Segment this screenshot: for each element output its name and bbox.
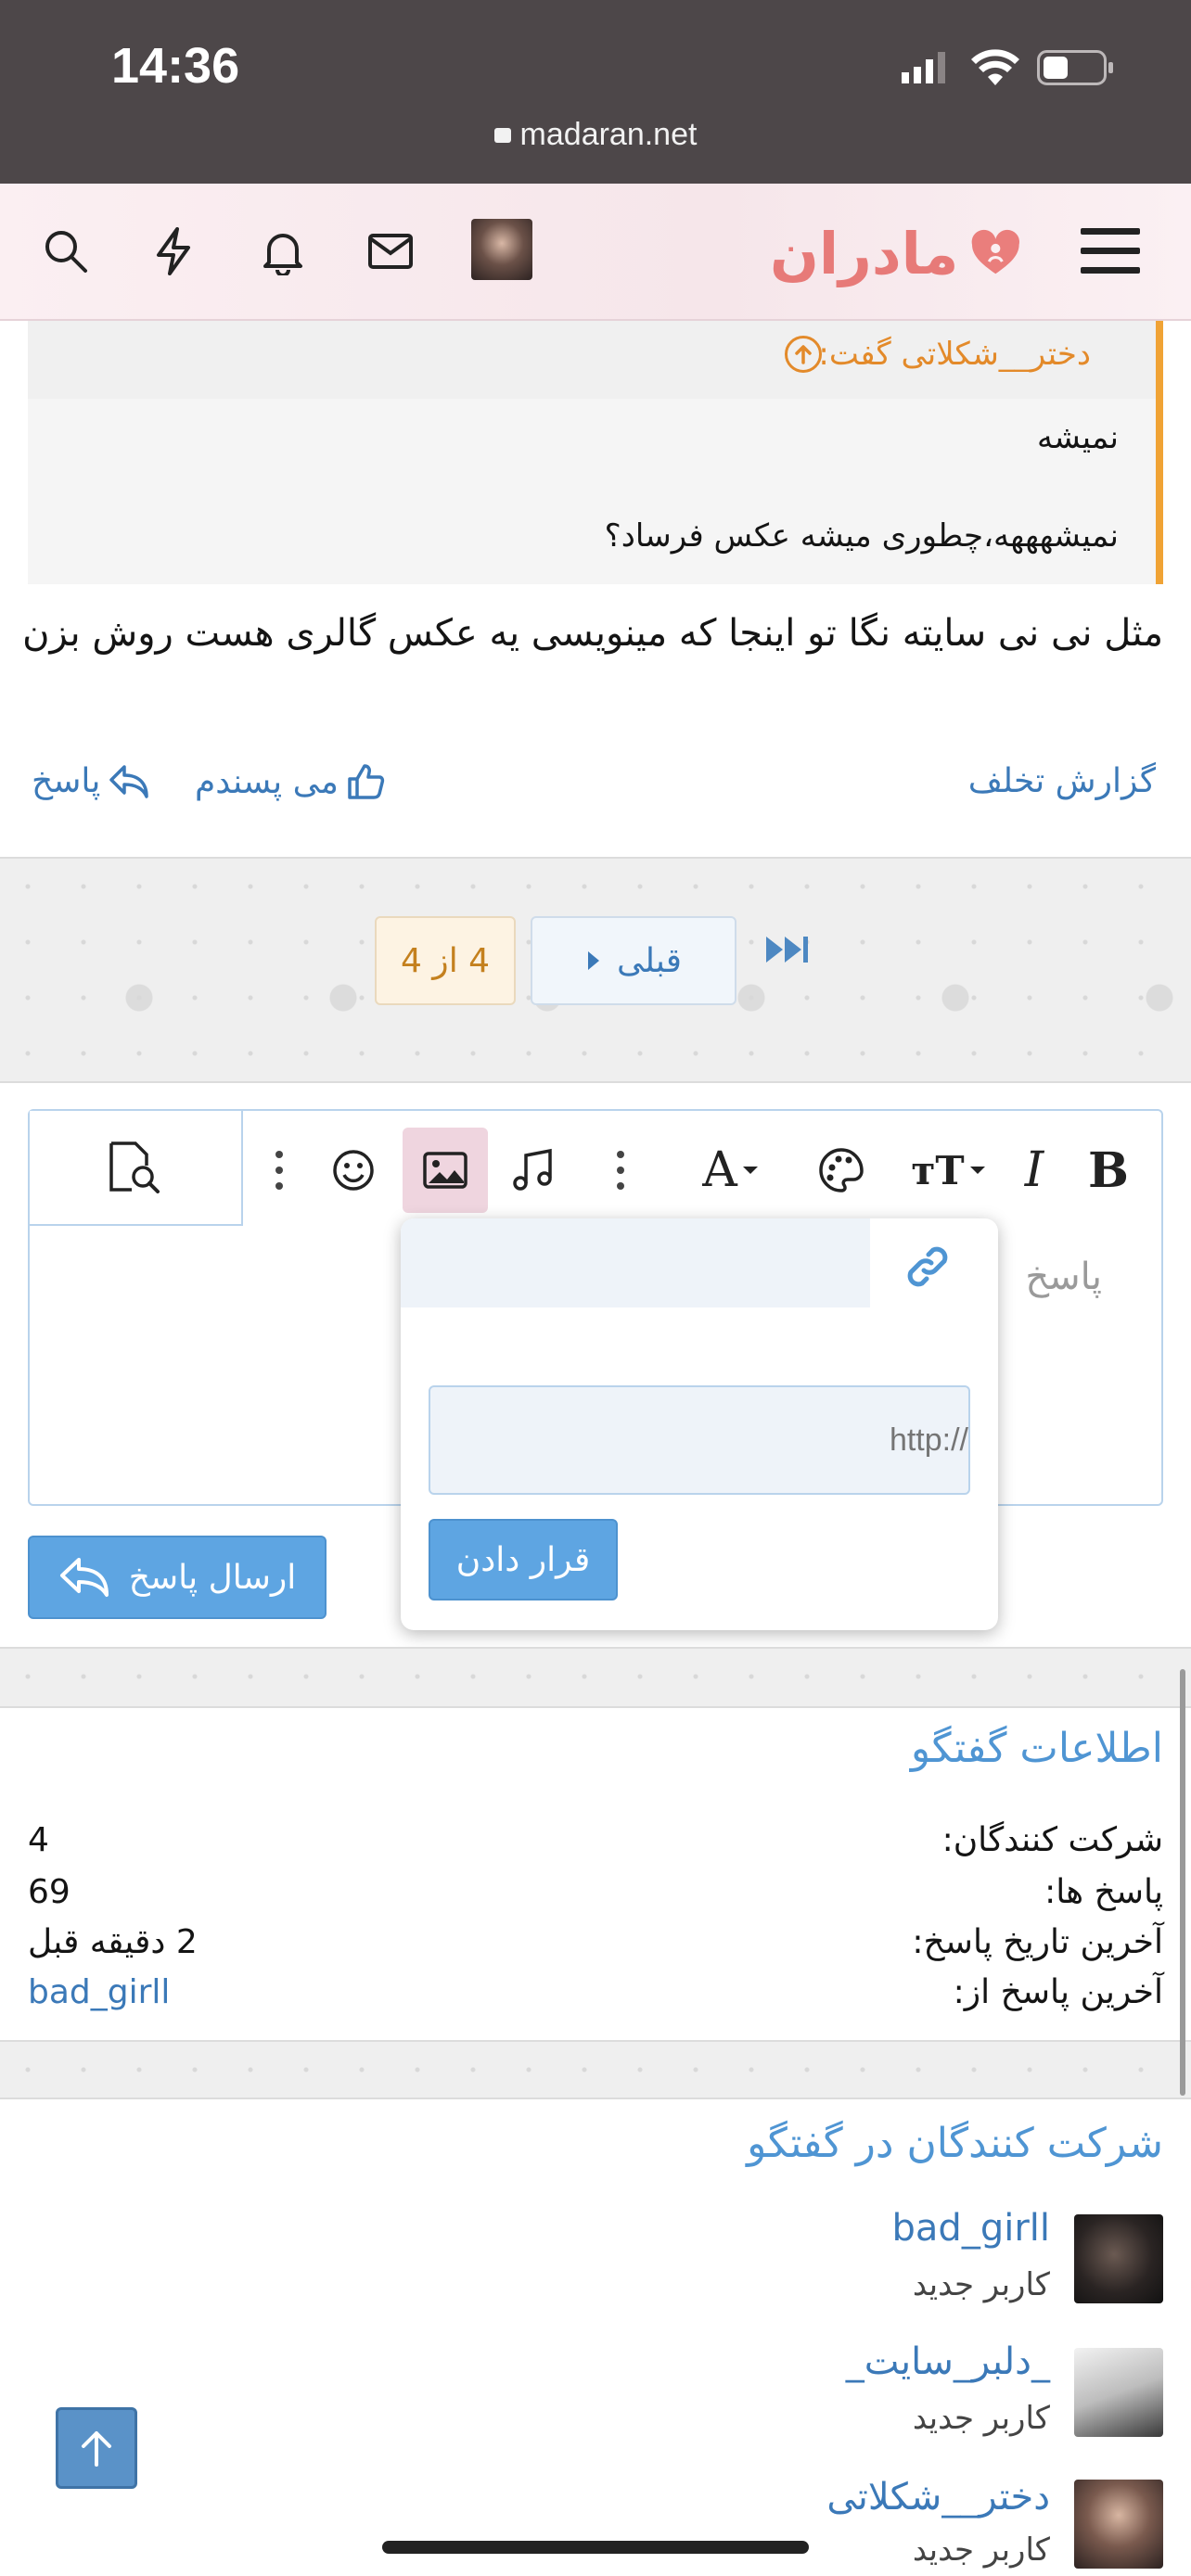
member-avatar[interactable] xyxy=(1074,2214,1163,2303)
quote-line: نمیشه xyxy=(1037,419,1119,456)
like-label: می پسندم xyxy=(195,762,339,801)
info-label: آخرین پاسخ از: xyxy=(953,1973,1163,2011)
separator-band xyxy=(0,1647,1191,1708)
thread-info-title: اطلاعات گفتگو xyxy=(910,1725,1163,1772)
bold-label: B xyxy=(1088,1141,1129,1199)
link-icon[interactable] xyxy=(902,1241,957,1293)
page-count[interactable]: 4 از 4 xyxy=(375,916,516,1005)
last-page-icon[interactable] xyxy=(762,933,811,985)
more-options-icon[interactable] xyxy=(607,1131,634,1209)
insert-button[interactable]: قرار دادن xyxy=(429,1519,618,1600)
participants-title: شرکت کنندگان در گفتگو xyxy=(747,2120,1163,2167)
arrow-up-icon xyxy=(82,2431,111,2467)
image-insert-popup: قرار دادن xyxy=(401,1218,998,1630)
palette-icon[interactable] xyxy=(801,1131,881,1209)
bold-button[interactable]: B xyxy=(1069,1131,1148,1209)
report-link[interactable]: گزارش تخلف xyxy=(968,762,1156,800)
wifi-icon xyxy=(970,48,1020,85)
quote-line: نمیشهههه،چطوری میشه عکس فرساد؟ xyxy=(604,517,1119,555)
image-icon[interactable] xyxy=(403,1128,488,1213)
member-role: کاربر جدید xyxy=(912,2400,1050,2437)
emoji-icon[interactable] xyxy=(314,1131,393,1209)
clock: 14:36 xyxy=(111,38,240,94)
member-avatar[interactable] xyxy=(1074,2348,1163,2437)
last-reply-user-link[interactable]: bad_girll xyxy=(28,1973,170,2011)
lock-icon xyxy=(493,128,511,143)
caret-right-icon xyxy=(588,951,599,970)
menu-icon[interactable] xyxy=(1080,221,1141,282)
quote-block: دختر__شکلاتی گفت: نمیشه نمیشهههه،چطوری م… xyxy=(28,321,1163,584)
italic-button[interactable]: I xyxy=(994,1131,1074,1209)
more-options-icon[interactable] xyxy=(265,1131,293,1209)
mail-icon[interactable] xyxy=(360,221,421,282)
member-role: کاربر جدید xyxy=(912,2531,1050,2569)
info-label: پاسخ ها: xyxy=(1044,1873,1163,1911)
search-icon[interactable] xyxy=(35,221,96,282)
info-label: آخرین تاریخ پاسخ: xyxy=(912,1923,1163,1961)
reply-icon xyxy=(109,764,149,798)
scroll-to-top-button[interactable] xyxy=(56,2407,137,2489)
info-value: 69 xyxy=(28,1873,70,1911)
caret-down-icon xyxy=(969,1167,985,1174)
post-body: مثل نی نی سایته نگا تو اینجا که مینویسی … xyxy=(22,612,1163,655)
editor-placeholder: پاسخ xyxy=(1025,1256,1102,1298)
popup-tab-bar xyxy=(401,1218,870,1307)
member-role: کاربر جدید xyxy=(912,2266,1050,2303)
heart-logo-icon xyxy=(972,229,1020,274)
status-bar: 14:36 madaran.net xyxy=(0,0,1191,184)
report-label: گزارش تخلف xyxy=(967,762,1156,800)
arrow-up-circle-icon[interactable] xyxy=(785,336,822,373)
media-music-icon[interactable] xyxy=(493,1131,573,1209)
info-label: شرکت کنندگان: xyxy=(941,1821,1163,1859)
address-bar[interactable]: madaran.net xyxy=(0,117,1191,153)
quote-header: دختر__شکلاتی گفت: xyxy=(28,321,1156,399)
quote-author[interactable]: دختر__شکلاتی گفت: xyxy=(818,336,1091,373)
reply-label: پاسخ xyxy=(32,762,101,800)
separator-band xyxy=(0,2040,1191,2099)
user-avatar[interactable] xyxy=(471,219,532,280)
thumbs-up-icon xyxy=(348,764,385,799)
scrollbar[interactable] xyxy=(1180,1669,1185,2096)
lightning-icon[interactable] xyxy=(143,221,204,282)
member-name[interactable]: دختر__شکلاتی xyxy=(826,2476,1050,2519)
caret-down-icon xyxy=(742,1167,758,1174)
italic-label: I xyxy=(1024,1142,1044,1198)
reply-icon xyxy=(59,1558,109,1597)
signal-icon xyxy=(902,52,946,83)
text-color-label: A xyxy=(702,1142,737,1198)
bell-icon[interactable] xyxy=(252,221,314,282)
logo-text: مادران xyxy=(770,219,959,287)
text-color-button[interactable]: A xyxy=(685,1131,777,1209)
like-button[interactable]: می پسندم xyxy=(195,762,385,801)
reply-button[interactable]: پاسخ xyxy=(32,762,150,800)
url-text: madaran.net xyxy=(519,117,698,152)
info-value: 2 دقیقه قبل xyxy=(28,1923,198,1961)
font-size-button[interactable]: тT xyxy=(900,1131,998,1209)
site-logo[interactable]: مادران xyxy=(770,202,1020,304)
member-avatar[interactable] xyxy=(1074,2480,1163,2569)
preview-icon[interactable] xyxy=(30,1111,243,1226)
page: 14:36 madaran.net مادران دختر__شکلاتی گف… xyxy=(0,0,1191,2576)
previous-page-button[interactable]: قبلی xyxy=(531,916,736,1005)
font-size-label: тT xyxy=(911,1147,965,1193)
send-label: ارسال پاسخ xyxy=(128,1558,297,1597)
member-name[interactable]: _دلبر_سایت_ xyxy=(846,2340,1050,2383)
previous-label: قبلی xyxy=(617,941,682,980)
info-value: 4 xyxy=(28,1821,49,1859)
editor-toolbar: A тT I B xyxy=(30,1111,1161,1228)
image-url-input[interactable] xyxy=(429,1385,970,1495)
site-header: مادران xyxy=(0,184,1191,321)
battery-icon xyxy=(1037,50,1115,85)
home-indicator[interactable] xyxy=(382,2541,809,2554)
member-name[interactable]: bad_girll xyxy=(892,2207,1050,2250)
send-reply-button[interactable]: ارسال پاسخ xyxy=(28,1536,327,1619)
